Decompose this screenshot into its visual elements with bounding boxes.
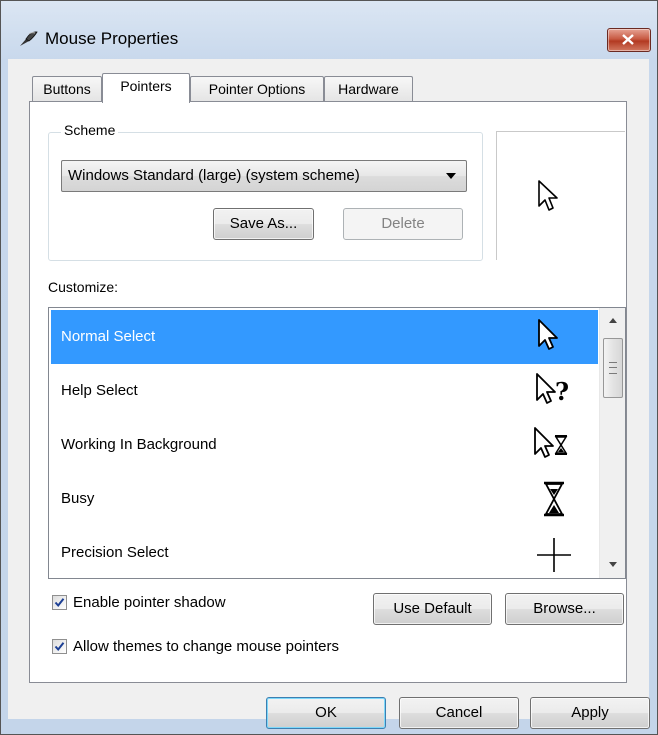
cancel-button[interactable]: Cancel (399, 697, 519, 729)
allow-themes-checkbox[interactable] (52, 638, 67, 654)
cursor-preview (496, 131, 625, 260)
svg-text:?: ? (555, 377, 569, 406)
list-item[interactable]: Working In Background (51, 418, 598, 472)
scheme-group-label: Scheme (61, 122, 119, 138)
arrow-cursor-icon (531, 316, 575, 358)
allow-themes-label: Allow themes to change mouse pointers (73, 638, 339, 655)
scheme-dropdown[interactable]: Windows Standard (large) (system scheme) (61, 160, 467, 192)
tab-pointer-options[interactable]: Pointer Options (190, 76, 324, 102)
list-item[interactable]: Normal Select (51, 310, 598, 364)
customize-label: Customize: (48, 279, 119, 295)
grip-icon (609, 362, 617, 374)
list-item-label: Normal Select (61, 328, 156, 345)
list-item-label: Precision Select (61, 544, 169, 561)
list-scrollbar[interactable] (599, 308, 625, 578)
checkmark-icon (54, 641, 65, 651)
mouse-icon (17, 28, 39, 50)
hourglass-cursor-icon (536, 478, 580, 520)
scrollbar-thumb[interactable] (603, 338, 623, 398)
list-item-label: Help Select (61, 382, 138, 399)
save-as-button[interactable]: Save As... (213, 208, 314, 240)
browse-button[interactable]: Browse... (505, 593, 624, 625)
list-item-label: Busy (61, 490, 95, 507)
list-item[interactable]: Help Select ? (51, 364, 598, 418)
chevron-down-icon (446, 173, 456, 179)
use-default-button[interactable]: Use Default (373, 593, 492, 625)
list-item[interactable]: Busy (51, 472, 598, 526)
scheme-dropdown-value: Windows Standard (large) (system scheme) (68, 167, 360, 184)
delete-button[interactable]: Delete (343, 208, 463, 240)
scheme-groupbox (48, 132, 483, 261)
scroll-down-arrow-icon[interactable] (609, 562, 617, 567)
tab-buttons[interactable]: Buttons (32, 76, 102, 102)
cursor-list: Normal Select Help Select ? Working In B… (48, 307, 626, 579)
tab-hardware[interactable]: Hardware (324, 76, 413, 102)
crosshair-cursor-icon (534, 532, 578, 574)
working-cursor-icon (531, 424, 575, 466)
apply-button[interactable]: Apply (530, 697, 650, 729)
list-item-label: Working In Background (61, 436, 217, 453)
enable-pointer-shadow-row[interactable]: Enable pointer shadow (52, 594, 226, 611)
help-cursor-icon: ? (531, 370, 575, 412)
allow-themes-row[interactable]: Allow themes to change mouse pointers (52, 638, 339, 655)
close-button[interactable] (607, 28, 651, 52)
arrow-cursor-icon (538, 180, 558, 211)
scroll-up-arrow-icon[interactable] (609, 318, 617, 323)
tab-pointers[interactable]: Pointers (102, 73, 190, 103)
checkmark-icon (54, 597, 65, 607)
list-item[interactable]: Precision Select (51, 526, 598, 578)
ok-button[interactable]: OK (266, 697, 386, 729)
window-title: Mouse Properties (45, 29, 179, 48)
close-icon (622, 34, 634, 45)
enable-pointer-shadow-label: Enable pointer shadow (73, 594, 226, 611)
enable-pointer-shadow-checkbox[interactable] (52, 594, 67, 610)
